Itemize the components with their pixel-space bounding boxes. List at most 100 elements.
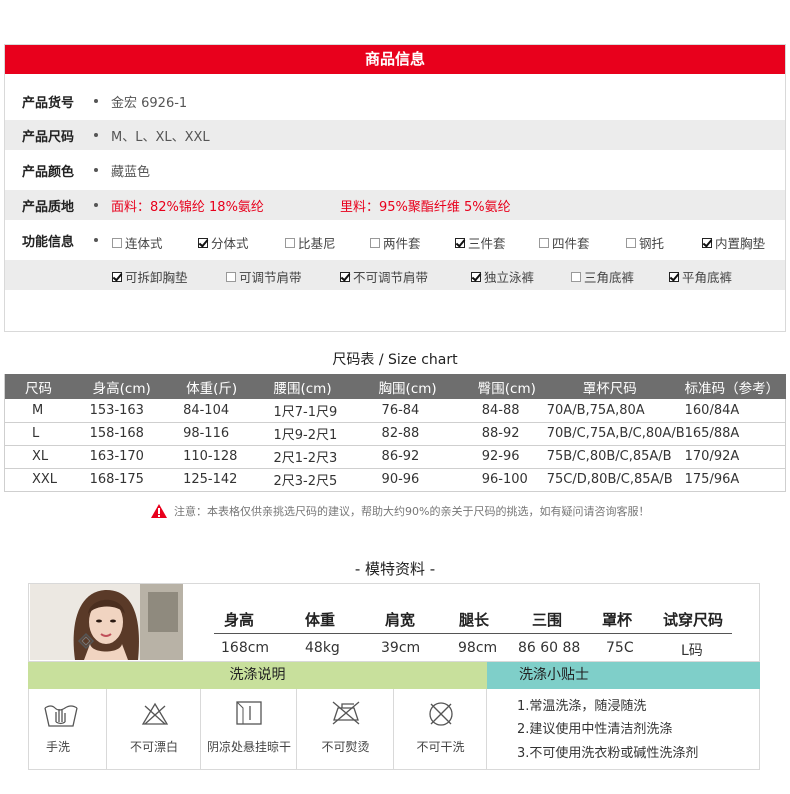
table-cell: 153-163 — [89, 399, 184, 423]
table-cell: 70A/B,75A,80A — [546, 399, 685, 423]
table-cell: M — [3, 399, 90, 423]
feature-three-set: 三件套 — [455, 233, 506, 252]
no-dry-clean-icon — [429, 702, 453, 726]
table-cell: XL — [3, 445, 90, 469]
table-cell: 84-104 — [183, 399, 274, 423]
size-label: 产品尺码 — [22, 129, 75, 145]
feature-one-piece: 连体式 — [112, 233, 163, 252]
outer-fabric-value: 面料：82%锦纶 18%氨纶 — [111, 199, 264, 215]
header-cell: 腰围(cm) — [273, 374, 379, 399]
shade-hang-dry-icon — [236, 701, 262, 725]
table-cell: L — [3, 422, 90, 446]
checkbox-checked-icon — [702, 237, 712, 248]
feature-adjustable-strap: 可调节肩带 — [226, 267, 302, 286]
size-chart-title: 尺码表 / Size chart — [332, 352, 458, 368]
table-row: XL 163-170 110-128 2尺1-2尺3 86-92 92-96 7… — [3, 445, 786, 469]
model-header-weight: 体重 — [305, 611, 336, 629]
checkbox-unchecked-icon — [226, 271, 236, 282]
table-row: XXL 168-175 125-142 2尺3-2尺5 90-96 96-100… — [3, 468, 786, 492]
wash-instructions-header: 洗涤说明 — [28, 662, 487, 689]
model-header-cup: 罩杯 — [602, 611, 633, 629]
no-iron-icon — [332, 701, 360, 725]
feature-separate-bottoms: 独立泳裤 — [471, 267, 534, 286]
no-bleach-icon — [141, 702, 169, 725]
bullet-icon — [91, 165, 101, 175]
color-value: 藏蓝色 — [111, 164, 151, 180]
row-material: 产品质地 面料：82%锦纶 18%氨纶 里料：95%聚酯纤维 5%氨纶 — [5, 190, 785, 220]
feature-boyshort-bottoms: 平角底裤 — [669, 267, 732, 286]
checkbox-unchecked-icon — [539, 237, 549, 248]
checkbox-checked-icon — [455, 237, 465, 248]
size-table-header: 尺码 身高(cm) 体重(斤) 腰围(cm) 胸围(cm) 臀围(cm) 罩杯尺… — [3, 374, 786, 399]
model-value-measurements: 86 60 88 — [518, 640, 581, 656]
model-header-height: 身高 — [224, 611, 255, 629]
checkbox-unchecked-icon — [571, 271, 581, 282]
row-color: 产品颜色 藏蓝色 — [5, 155, 785, 185]
row-sku: 产品货号 金宏 6926-1 — [5, 86, 785, 116]
size-note: 注意：本表格仅供亲挑选尺码的建议，帮助大约90%的亲关于尺码的挑选，如有疑问请咨… — [150, 503, 649, 519]
table-cell: 2尺1-2尺3 — [273, 445, 379, 469]
checkbox-unchecked-icon — [285, 237, 295, 248]
features-label: 功能信息 — [22, 234, 75, 250]
model-portrait-image — [30, 584, 183, 660]
feature-underwire: 钢托 — [626, 233, 664, 252]
model-header-leg: 腿长 — [459, 611, 490, 629]
table-cell: 88-92 — [477, 422, 547, 446]
checkbox-unchecked-icon — [370, 237, 380, 248]
sku-label: 产品货号 — [22, 95, 75, 111]
model-value-shoulder: 39cm — [381, 640, 421, 656]
row-size: 产品尺码 M、L、XL、XXL — [5, 120, 785, 150]
table-cell: 1尺7-1尺9 — [273, 399, 379, 423]
wash-tip: 1.常温洗涤，随浸随洗 — [517, 699, 647, 714]
table-cell: 125-142 — [183, 468, 274, 492]
wash-tips-header: 洗涤小贴士 — [487, 662, 760, 689]
model-header-shoulder: 肩宽 — [385, 611, 416, 629]
sku-value: 金宏 6926-1 — [111, 95, 188, 111]
model-header-measurements: 三围 — [532, 611, 563, 629]
checkbox-unchecked-icon — [626, 237, 636, 248]
wash-label: 阴凉处悬挂晾干 — [206, 740, 291, 754]
wash-label: 不可漂白 — [129, 740, 178, 754]
table-cell: 90-96 — [378, 468, 478, 492]
table-cell: 70B/C,75A,B/C,80A/B — [546, 422, 685, 446]
header-cell: 臀围(cm) — [477, 374, 547, 399]
table-cell: 84-88 — [477, 399, 547, 423]
wash-label: 不可熨烫 — [321, 740, 370, 754]
table-cell: 92-96 — [477, 445, 547, 469]
feature-bikini: 比基尼 — [285, 233, 336, 252]
header-cell: 胸围(cm) — [378, 374, 478, 399]
feature-triangle-bottoms: 三角底裤 — [571, 267, 634, 286]
color-label: 产品颜色 — [22, 164, 75, 180]
checkbox-checked-icon — [471, 271, 481, 282]
table-cell: 1尺9-2尺1 — [273, 422, 379, 446]
bullet-icon — [91, 235, 101, 245]
header-cell: 身高(cm) — [89, 374, 184, 399]
table-row: L 158-168 98-116 1尺9-2尺1 82-88 88-92 70B… — [3, 422, 786, 446]
checkbox-checked-icon — [669, 271, 679, 282]
table-cell: 75B/C,80B/C,85A/B — [546, 445, 685, 469]
feature-four-set: 四件套 — [539, 233, 590, 252]
header-cell: 罩杯尺码 — [546, 374, 685, 399]
checkbox-checked-icon — [112, 271, 122, 282]
table-cell: 158-168 — [89, 422, 184, 446]
size-value: M、L、XL、XXL — [111, 129, 210, 145]
wash-tip: 3.不可使用洗衣粉或碱性洗涤剂 — [517, 746, 699, 761]
wash-label: 手洗 — [45, 740, 70, 754]
checkbox-checked-icon — [340, 271, 350, 282]
table-cell: 175/96A — [684, 468, 786, 492]
feature-two-set: 两件套 — [370, 233, 421, 252]
table-row: M 153-163 84-104 1尺7-1尺9 76-84 84-88 70A… — [3, 399, 786, 423]
bullet-icon — [91, 130, 101, 140]
hand-wash-icon — [44, 705, 78, 727]
material-label: 产品质地 — [22, 199, 75, 215]
header-cell: 体重(斤) — [183, 374, 274, 399]
checkbox-checked-icon — [198, 237, 208, 248]
model-value-fit-size: L码 — [681, 643, 703, 659]
feature-built-in-pad: 内置胸垫 — [702, 233, 765, 252]
model-header-fit-size: 试穿尺码 — [663, 611, 724, 629]
feature-removable-pad: 可拆卸胸垫 — [112, 267, 188, 286]
wash-label: 不可干洗 — [416, 740, 465, 754]
table-cell: 110-128 — [183, 445, 274, 469]
model-value-weight: 48kg — [305, 640, 340, 656]
feature-fixed-strap: 不可调节肩带 — [340, 267, 428, 286]
